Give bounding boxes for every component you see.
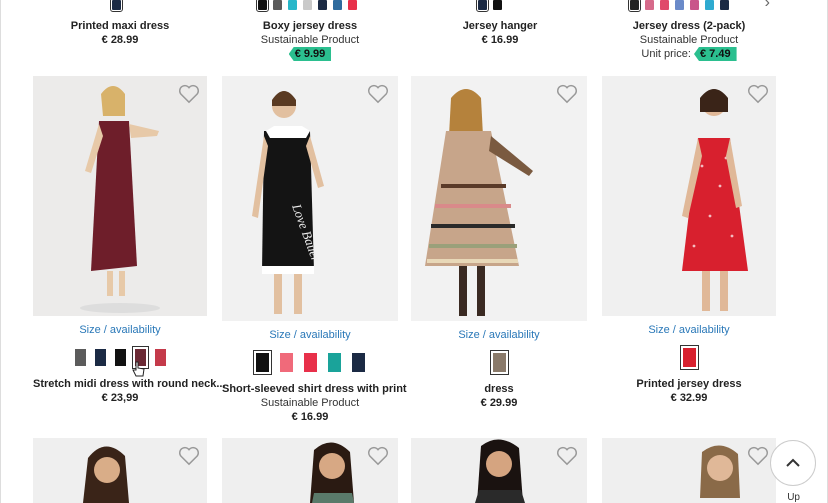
product-price: € 29.99	[480, 397, 518, 409]
heart-outline-icon[interactable]	[747, 446, 769, 466]
color-swatch[interactable]	[720, 0, 729, 10]
color-swatch[interactable]	[660, 0, 669, 10]
product-price: € 23,99	[101, 392, 139, 404]
heart-outline-icon[interactable]	[556, 446, 578, 466]
top-product-2[interactable]: Boxy jersey dress Sustainable Product € …	[240, 19, 380, 61]
top-swatches-4	[628, 0, 729, 12]
color-swatch[interactable]	[645, 0, 654, 10]
chevron-right-icon[interactable]: ›	[765, 0, 770, 12]
color-swatch[interactable]	[93, 348, 107, 367]
color-swatch[interactable]	[628, 0, 641, 12]
color-options	[411, 350, 587, 375]
top-swatches-2	[256, 0, 357, 12]
product-image[interactable]	[33, 76, 207, 316]
color-swatch[interactable]	[288, 0, 297, 10]
color-swatch[interactable]	[303, 0, 312, 10]
product-name: Jersey hanger	[462, 20, 538, 32]
color-swatch[interactable]	[256, 0, 269, 12]
color-swatch[interactable]	[278, 352, 294, 373]
product-price: € 16.99	[291, 411, 329, 423]
size-availability-link[interactable]: Size / availability	[33, 324, 207, 336]
color-options	[602, 345, 776, 370]
product-name: Jersey dress (2-pack)	[632, 20, 746, 32]
product-name: Printed jersey dress	[636, 378, 742, 390]
product-name: Printed maxi dress	[70, 20, 170, 32]
color-swatch[interactable]	[318, 0, 327, 10]
top-product-3[interactable]: Jersey hanger € 16.99	[430, 19, 570, 47]
color-swatch[interactable]	[679, 345, 699, 370]
color-swatch[interactable]	[302, 352, 318, 373]
back-to-top-label: Up	[787, 492, 800, 503]
product-info: Short-sleeved shirt dress with print Sus…	[222, 382, 407, 424]
color-swatch[interactable]	[489, 350, 509, 375]
top-swatches-3	[476, 0, 502, 12]
heart-outline-icon[interactable]	[367, 446, 389, 466]
product-image[interactable]	[411, 76, 587, 321]
color-swatch[interactable]	[110, 0, 123, 12]
heart-outline-icon[interactable]	[367, 84, 389, 104]
heart-outline-icon[interactable]	[178, 446, 200, 466]
color-swatch[interactable]	[675, 0, 684, 10]
product-card[interactable]: Size / availability Stretch midi dress w…	[33, 76, 226, 406]
product-name: Stretch midi dress with round neck...	[33, 378, 226, 390]
color-swatch[interactable]	[273, 0, 282, 10]
product-name: Boxy jersey dress	[262, 20, 358, 32]
hand-cursor-icon	[132, 361, 145, 377]
model-photo: Love Bauer	[252, 91, 324, 314]
product-card[interactable]: Love Bauer Size / availability Short-sle…	[222, 76, 407, 426]
color-swatch[interactable]	[73, 348, 87, 367]
product-info: Stretch midi dress with round neck... € …	[33, 377, 226, 405]
product-card[interactable]	[411, 438, 587, 503]
model-photo	[682, 89, 748, 311]
product-price: € 28.99	[101, 34, 139, 46]
color-swatch[interactable]	[326, 352, 342, 373]
product-price: € 16.99	[481, 34, 519, 46]
top-product-1[interactable]: Printed maxi dress € 28.99	[50, 19, 190, 47]
top-swatches-1	[110, 0, 123, 12]
color-swatch[interactable]	[690, 0, 699, 10]
model-photo	[425, 89, 533, 316]
product-subtitle: Sustainable Product	[260, 397, 360, 409]
product-name: dress	[484, 383, 514, 395]
heart-outline-icon[interactable]	[747, 84, 769, 104]
heart-outline-icon[interactable]	[556, 84, 578, 104]
sale-price-badge: € 7.49	[694, 47, 737, 61]
product-card[interactable]: Size / availability Printed jersey dress…	[602, 76, 776, 406]
size-availability-link[interactable]: Size / availability	[222, 329, 398, 341]
product-subtitle: Sustainable Product	[639, 34, 739, 46]
color-swatch[interactable]	[705, 0, 714, 10]
product-card[interactable]	[222, 438, 398, 503]
color-options	[222, 350, 398, 375]
product-info: dress € 29.99	[411, 382, 587, 410]
product-name: Short-sleeved shirt dress with print	[222, 383, 407, 395]
product-price: € 32.99	[670, 392, 708, 404]
color-swatch[interactable]	[333, 0, 342, 10]
product-card[interactable]	[602, 438, 776, 503]
unit-price-label: Unit price:	[641, 48, 691, 60]
color-swatch[interactable]	[476, 0, 489, 12]
product-card[interactable]	[33, 438, 207, 503]
color-swatch[interactable]	[252, 350, 272, 375]
heart-outline-icon[interactable]	[178, 84, 200, 104]
color-swatch[interactable]	[348, 0, 357, 10]
product-card[interactable]: Size / availability dress € 29.99	[411, 76, 587, 416]
sale-price-badge: € 9.99	[288, 47, 332, 61]
color-swatch[interactable]	[153, 348, 167, 367]
product-info: Printed jersey dress € 32.99	[602, 377, 776, 405]
top-product-4[interactable]: Jersey dress (2-pack) Sustainable Produc…	[615, 19, 763, 61]
color-swatch[interactable]	[350, 352, 366, 373]
size-availability-link[interactable]: Size / availability	[411, 329, 587, 341]
color-swatch[interactable]	[493, 0, 502, 10]
product-subtitle: Sustainable Product	[260, 34, 360, 46]
product-image[interactable]: Love Bauer	[222, 76, 398, 321]
back-to-top-button[interactable]	[770, 440, 816, 486]
chevron-up-icon	[786, 458, 800, 467]
color-swatch[interactable]	[113, 348, 127, 367]
color-options	[33, 346, 207, 369]
model-photo	[80, 86, 160, 313]
product-image[interactable]	[602, 76, 776, 316]
size-availability-link[interactable]: Size / availability	[602, 324, 776, 336]
